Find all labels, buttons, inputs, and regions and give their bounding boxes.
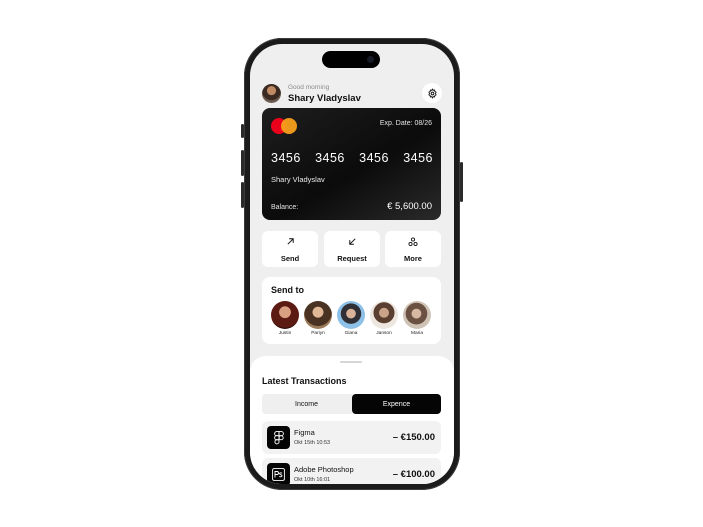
transaction-amount: – €100.00 — [392, 469, 435, 480]
volume-up-button — [241, 150, 244, 176]
contact-janson[interactable]: Janson — [369, 301, 399, 336]
mastercard-logo-icon — [271, 118, 297, 134]
arrow-down-left-icon — [348, 238, 356, 245]
avatar — [337, 301, 365, 329]
dynamic-island — [322, 51, 380, 68]
transaction-row[interactable]: Adobe Photoshop Okt 10th 16:01 – €100.00 — [262, 458, 441, 484]
card-number: 3456 3456 3456 3456 — [271, 151, 433, 165]
sheet-handle[interactable] — [340, 361, 362, 363]
contact-name: Janson — [376, 331, 392, 336]
send-to-title: Send to — [271, 285, 304, 295]
request-label: Request — [337, 254, 367, 263]
app-screen: Good morning Shary Vladyslav Exp. Date: … — [250, 44, 454, 484]
balance-label: Balance: — [271, 204, 299, 211]
transaction-name: Figma — [294, 428, 315, 437]
avatar[interactable] — [262, 84, 281, 103]
contact-maria[interactable]: Maria — [402, 301, 432, 336]
card-number-group: 3456 — [359, 151, 389, 165]
more-label: More — [404, 254, 422, 263]
camera-icon — [367, 56, 374, 63]
user-name: Shary Vladyslav — [288, 93, 361, 104]
contact-justin[interactable]: Justin — [270, 301, 300, 336]
more-dots-icon — [408, 237, 418, 247]
send-button[interactable]: Send — [262, 231, 318, 267]
transaction-name: Adobe Photoshop — [294, 465, 354, 474]
contact-name: Giana — [344, 331, 358, 336]
gear-icon — [427, 87, 437, 99]
avatar — [403, 301, 431, 329]
request-button[interactable]: Request — [324, 231, 380, 267]
send-label: Send — [280, 254, 300, 263]
contact-giana[interactable]: Giana — [336, 301, 366, 336]
transactions-sheet: Latest Transactions Income Expence Figma — [250, 356, 454, 484]
tab-income[interactable]: Income — [262, 394, 351, 414]
contact-name: Pariyn — [311, 331, 325, 336]
greeting-text: Good morning — [288, 84, 330, 91]
contact-pariyn[interactable]: Pariyn — [303, 301, 333, 336]
settings-button[interactable] — [422, 83, 442, 103]
card-number-group: 3456 — [403, 151, 433, 165]
contact-name: Justin — [278, 331, 292, 336]
transaction-date: Okt 15th 10:53 — [294, 440, 331, 446]
volume-down-button — [241, 182, 244, 208]
card-holder: Shary Vladyslav — [271, 175, 325, 184]
figma-icon — [267, 426, 290, 449]
bank-card[interactable]: Exp. Date: 08/26 3456 3456 3456 3456 Sha… — [262, 108, 441, 220]
arrow-up-right-icon — [286, 238, 294, 245]
transaction-amount: – €150.00 — [392, 432, 435, 443]
avatar — [304, 301, 332, 329]
power-button — [460, 162, 463, 202]
card-number-group: 3456 — [271, 151, 301, 165]
silent-switch — [241, 124, 244, 138]
more-button[interactable]: More — [385, 231, 441, 267]
contact-name: Maria — [411, 331, 423, 336]
avatar — [271, 301, 299, 329]
card-number-group: 3456 — [315, 151, 345, 165]
avatar — [370, 301, 398, 329]
transaction-date: Okt 10th 16:01 — [294, 477, 331, 483]
transactions-title: Latest Transactions — [262, 376, 347, 386]
tab-expence[interactable]: Expence — [352, 394, 441, 414]
photoshop-icon — [267, 463, 290, 484]
send-to-panel: Send to Justin Pariyn Giana Janson Maria — [262, 277, 441, 344]
balance-value: € 5,600.00 — [387, 201, 432, 212]
transaction-row[interactable]: Figma Okt 15th 10:53 – €150.00 — [262, 421, 441, 454]
phone-frame: Good morning Shary Vladyslav Exp. Date: … — [241, 38, 463, 490]
transactions-tabs: Income Expence — [262, 394, 441, 414]
card-expiry: Exp. Date: 08/26 — [379, 120, 432, 127]
